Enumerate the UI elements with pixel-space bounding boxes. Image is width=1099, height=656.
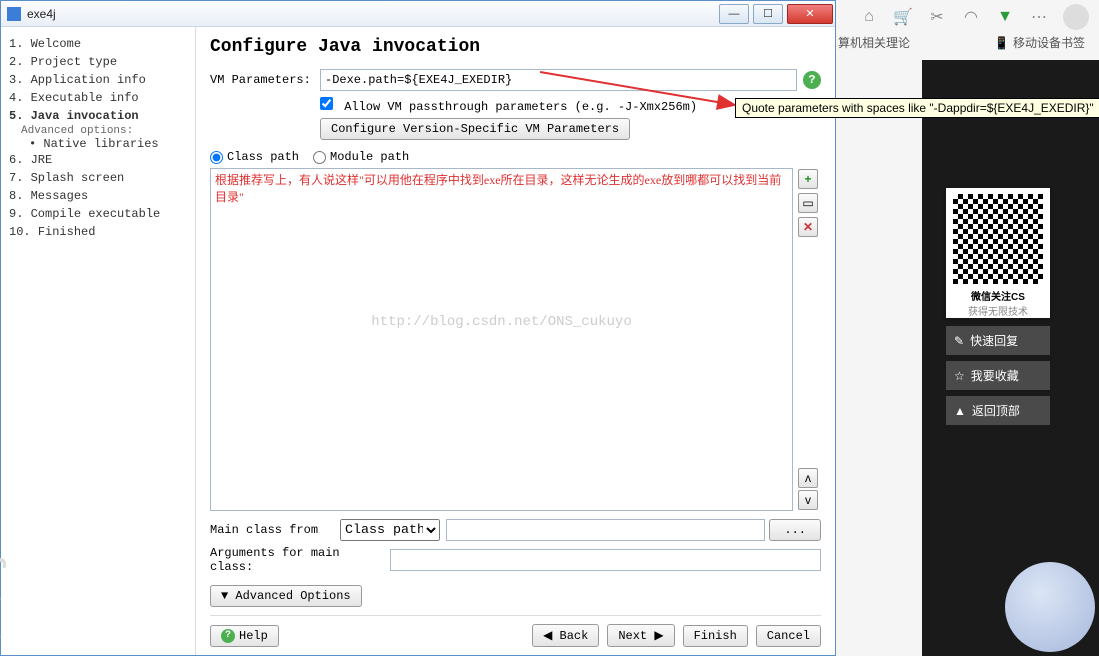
annotation-text: 根据推荐写上，有人说这样"可以用他在程序中找到exe所在目录，这样无论生成的ex…: [215, 171, 792, 205]
page-title: Configure Java invocation: [210, 37, 821, 57]
list-up-button[interactable]: ʌ: [798, 468, 818, 488]
classpath-radio[interactable]: Class path: [210, 150, 299, 164]
allow-passthrough-checkbox[interactable]: Allow VM passthrough parameters (e.g. -J…: [320, 100, 697, 114]
device-icon: 📱: [994, 36, 1009, 50]
maximize-button[interactable]: ☐: [753, 4, 783, 24]
star-icon: ☆: [954, 369, 965, 383]
cancel-button[interactable]: Cancel: [756, 625, 821, 647]
step-finished[interactable]: 10. Finished: [7, 223, 189, 241]
help-button[interactable]: ?Help: [210, 625, 279, 647]
main-class-from-select[interactable]: Class path: [340, 519, 440, 541]
step-java-invocation[interactable]: 5. Java invocation: [7, 107, 189, 125]
help-q-icon: ?: [221, 629, 235, 643]
avatar-small-icon[interactable]: [1063, 4, 1089, 30]
step-project-type[interactable]: 2. Project type: [7, 53, 189, 71]
cart-icon[interactable]: 🛒: [893, 7, 913, 27]
classpath-listbox[interactable]: 根据推荐写上，有人说这样"可以用他在程序中找到exe所在目录，这样无论生成的ex…: [210, 168, 793, 511]
configure-version-button[interactable]: Configure Version-Specific VM Parameters: [320, 118, 630, 140]
list-down-button[interactable]: v: [798, 490, 818, 510]
vm-params-label: VM Parameters:: [210, 73, 320, 87]
browser-toolbar: ⌂ 🛒 ✂ ◠ ▼ ⋯: [859, 4, 1089, 30]
main-class-from-label: Main class from: [210, 523, 340, 537]
args-label: Arguments for main class:: [210, 546, 390, 574]
more-icon[interactable]: ⋯: [1029, 7, 1049, 27]
browser-tab-text: 算机相关理论: [838, 34, 910, 51]
action-favorite[interactable]: ☆我要收藏: [946, 361, 1050, 390]
list-delete-button[interactable]: ✕: [798, 217, 818, 237]
list-add-button[interactable]: +: [798, 169, 818, 189]
step-messages[interactable]: 8. Messages: [7, 187, 189, 205]
help-icon[interactable]: ?: [803, 71, 821, 89]
up-icon: ▲: [954, 404, 966, 418]
minimize-button[interactable]: —: [719, 4, 749, 24]
shield-icon[interactable]: ▼: [995, 7, 1015, 27]
finish-button[interactable]: Finish: [683, 625, 748, 647]
main-panel: Configure Java invocation VM Parameters:…: [196, 27, 835, 655]
action-quick-reply[interactable]: ✎快速回复: [946, 326, 1050, 355]
close-button[interactable]: ✕: [787, 4, 833, 24]
exe4j-window: exe4j — ☐ ✕ 1. Welcome 2. Project type 3…: [0, 0, 836, 656]
watermark-text: http://blog.csdn.net/ONS_cukuyo: [371, 314, 631, 330]
floating-actions: ✎快速回复 ☆我要收藏 ▲返回顶部: [946, 326, 1050, 431]
browse-main-class-button[interactable]: ...: [769, 519, 821, 541]
qr-promo: 微信关注CS 获得无限技术: [946, 188, 1050, 318]
step-compile[interactable]: 9. Compile executable: [7, 205, 189, 223]
advanced-options-button[interactable]: ▼ Advanced Options: [210, 585, 362, 607]
brand-watermark: exe4j: [0, 551, 9, 645]
step-splash[interactable]: 7. Splash screen: [7, 169, 189, 187]
titlebar: exe4j — ☐ ✕: [1, 1, 835, 27]
step-native-libraries[interactable]: • Native libraries: [7, 137, 189, 151]
wizard-sidebar: 1. Welcome 2. Project type 3. Applicatio…: [1, 27, 196, 655]
wizard-footer: ?Help ◀ Back Next ▶ Finish Cancel: [210, 615, 821, 647]
mascot-avatar: [1005, 562, 1095, 652]
back-button[interactable]: ◀ Back: [532, 624, 599, 647]
action-back-top[interactable]: ▲返回顶部: [946, 396, 1050, 425]
window-title: exe4j: [27, 7, 717, 21]
app-icon: [7, 7, 21, 21]
step-jre[interactable]: 6. JRE: [7, 151, 189, 169]
bookmark-link[interactable]: 📱 移动设备书签: [994, 34, 1085, 51]
step-executable-info[interactable]: 4. Executable info: [7, 89, 189, 107]
args-input[interactable]: [390, 549, 821, 571]
vm-params-input[interactable]: [320, 69, 797, 91]
step-welcome[interactable]: 1. Welcome: [7, 35, 189, 53]
step-application-info[interactable]: 3. Application info: [7, 71, 189, 89]
main-class-input[interactable]: [446, 519, 765, 541]
tooltip: Quote parameters with spaces like "-Dapp…: [735, 98, 1099, 118]
modulepath-radio[interactable]: Module path: [313, 150, 409, 164]
qr-code-icon: [953, 194, 1043, 284]
next-button[interactable]: Next ▶: [607, 624, 674, 647]
allow-passthrough-input[interactable]: [320, 97, 333, 110]
scissors-icon[interactable]: ✂: [927, 7, 947, 27]
pencil-icon: ✎: [954, 334, 964, 348]
home-icon[interactable]: ⌂: [859, 7, 879, 27]
advanced-options-header: Advanced options:: [7, 125, 189, 137]
wifi-icon[interactable]: ◠: [961, 7, 981, 27]
list-edit-button[interactable]: ▭: [798, 193, 818, 213]
